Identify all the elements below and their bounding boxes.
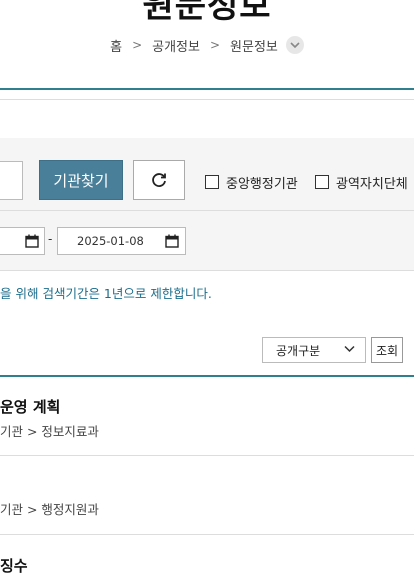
refresh-icon — [152, 173, 166, 187]
central-agency-label: 중앙행정기관 — [226, 177, 298, 192]
calendar-icon[interactable] — [25, 234, 39, 248]
chevron-down-icon — [290, 41, 300, 48]
result-divider — [0, 534, 414, 535]
date-to-field[interactable]: 2025-01-08 — [57, 227, 186, 255]
result-item-meta: 기관 > 정보지료과 — [0, 424, 99, 439]
result-item-title[interactable]: 징수 — [0, 555, 28, 576]
metro-government-label: 광역자치단체 — [336, 177, 408, 192]
find-agency-button[interactable]: 기관찾기 — [39, 160, 123, 200]
disclosure-type-value: 공개구분 — [276, 343, 321, 358]
metro-government-checkbox[interactable] — [315, 175, 329, 189]
search-period-notice: 을 위해 검색기간은 1년으로 제한합니다. — [0, 286, 212, 301]
breadcrumb-home[interactable]: 홈 — [110, 36, 122, 55]
breadcrumb-current[interactable]: 원문정보 — [230, 36, 278, 55]
result-divider — [0, 455, 414, 456]
breadcrumb-expand-button[interactable] — [285, 36, 304, 54]
disclosure-type-select[interactable]: 공개구분 — [262, 337, 366, 363]
breadcrumb-disclosure[interactable]: 공개정보 — [152, 36, 200, 55]
date-from-field[interactable] — [0, 227, 45, 255]
breadcrumb-separator: > — [209, 38, 221, 52]
chevron-down-icon — [344, 345, 355, 353]
page-title: 원문정보 — [142, 0, 272, 26]
result-item-meta: 기관 > 행정지원과 — [0, 502, 99, 517]
search-button[interactable]: 조회 — [371, 337, 403, 363]
breadcrumb-separator: > — [132, 38, 143, 52]
calendar-icon[interactable] — [165, 234, 179, 248]
result-item-title[interactable]: 운영 계획 — [0, 396, 60, 417]
agency-name-input[interactable] — [0, 161, 23, 200]
refresh-button[interactable] — [133, 160, 185, 200]
breadcrumb: 홈 > 공개정보 > 원문정보 — [0, 34, 414, 56]
central-agency-checkbox[interactable] — [205, 175, 219, 189]
results-top-border — [0, 375, 414, 377]
section-top-border — [0, 88, 414, 90]
search-row-blank — [0, 99, 414, 139]
date-range-separator: - — [48, 232, 53, 246]
search-panel-divider — [0, 210, 414, 211]
date-to-value: 2025-01-08 — [77, 234, 144, 248]
